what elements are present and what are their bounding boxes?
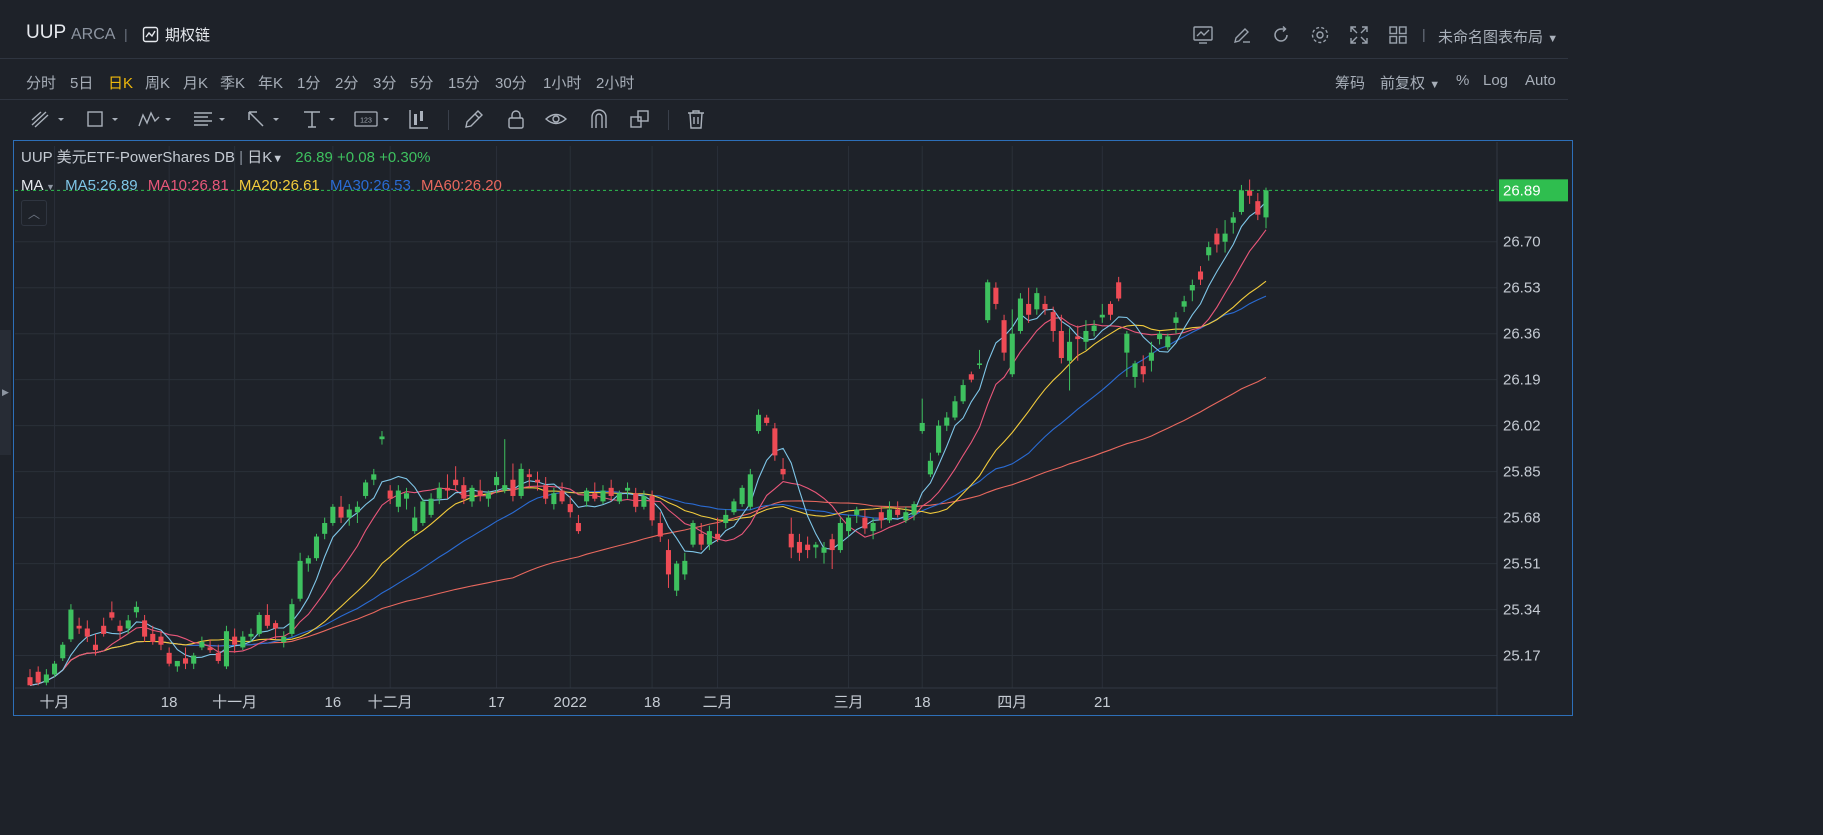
log-scale-toggle[interactable]: Log — [1483, 72, 1508, 89]
auto-scale-toggle[interactable]: Auto — [1525, 72, 1556, 89]
option-chain-button[interactable]: 期权链 — [142, 24, 210, 45]
fib-tool-icon[interactable] — [190, 108, 228, 130]
layout-name-label: 未命名图表布局 — [1438, 29, 1544, 46]
period-5d[interactable]: 5日 — [70, 72, 93, 93]
clone-icon[interactable] — [628, 108, 652, 130]
price-label-tool-icon[interactable]: 123 — [352, 108, 392, 130]
legend-period[interactable]: 日K — [247, 149, 272, 166]
period-15min[interactable]: 15分 — [448, 72, 480, 93]
percent-scale-toggle[interactable]: % — [1456, 72, 1469, 89]
option-chain-icon — [142, 26, 159, 43]
collapse-legend-button[interactable]: ︿ — [21, 200, 47, 226]
ma20-value: MA20:26.61 — [238, 177, 320, 194]
period-bar: 分时 5日 日K 周K 月K 季K 年K 1分 2分 3分 5分 15分 30分… — [0, 59, 1568, 100]
chip-distribution-button[interactable]: 筹码 — [1335, 72, 1365, 93]
symbol-title[interactable]: UUP — [26, 22, 66, 44]
draw-icon[interactable] — [1231, 24, 1253, 46]
period-intraday[interactable]: 分时 — [26, 72, 56, 93]
layout-name-dropdown[interactable]: 未命名图表布局 ▼ — [1438, 26, 1558, 47]
chevron-up-icon: ︿ — [27, 206, 40, 221]
period-weekly[interactable]: 周K — [145, 72, 170, 93]
ma30-value: MA30:26.53 — [329, 177, 411, 194]
eye-icon[interactable] — [544, 108, 568, 130]
grid-layout-icon[interactable] — [1387, 24, 1409, 46]
gear-icon[interactable] — [1309, 24, 1331, 46]
drawing-toolbar: 123 — [0, 100, 1568, 138]
divider: | — [1422, 26, 1426, 42]
pencil-icon[interactable] — [462, 108, 486, 130]
bar-measure-tool-icon[interactable] — [407, 108, 431, 130]
legend-name: 美元ETF-PowerShares DB — [56, 149, 235, 166]
svg-text:123: 123 — [360, 118, 372, 125]
ma60-value: MA60:26.20 — [421, 177, 502, 194]
legend-last-price: 26.89 — [295, 149, 333, 166]
fullscreen-icon[interactable] — [1348, 24, 1370, 46]
side-panel-handle[interactable]: ▶ — [0, 330, 11, 455]
legend-change-pct: +0.30% — [379, 149, 431, 166]
period-1h[interactable]: 1小时 — [543, 72, 581, 93]
text-tool-icon[interactable] — [300, 108, 338, 130]
period-2min[interactable]: 2分 — [335, 72, 358, 93]
option-chain-label: 期权链 — [165, 27, 211, 44]
divider: | — [124, 26, 128, 42]
legend-change: +0.08 — [337, 149, 375, 166]
caret-down-icon: ▼ — [1429, 79, 1441, 91]
ma-legend: MA ▼ MA5:26.89 MA10:26.81 MA20:26.61 MA3… — [21, 177, 502, 194]
arrow-tool-icon[interactable] — [244, 108, 282, 130]
ma-indicator-label[interactable]: MA — [21, 177, 44, 194]
price-adjust-dropdown[interactable]: 前复权 ▼ — [1380, 72, 1440, 93]
magnet-icon[interactable] — [587, 108, 611, 130]
ma5-value: MA5:26.89 — [65, 177, 138, 194]
period-5min[interactable]: 5分 — [410, 72, 433, 93]
period-yearly[interactable]: 年K — [258, 72, 283, 93]
trash-icon[interactable] — [684, 108, 708, 130]
caret-down-icon: ▼ — [43, 182, 55, 192]
chevron-right-icon: ▶ — [2, 387, 9, 397]
lock-icon[interactable] — [504, 108, 528, 130]
period-2h[interactable]: 2小时 — [596, 72, 634, 93]
toolbar-divider — [448, 110, 449, 130]
symbol-legend: UUP 美元ETF-PowerShares DB | 日K▼ 26.89 +0.… — [21, 146, 430, 167]
ma10-value: MA10:26.81 — [147, 177, 229, 194]
legend-symbol: UUP — [21, 149, 53, 166]
caret-down-icon: ▼ — [272, 153, 284, 165]
chart-frame — [13, 140, 1573, 716]
caret-down-icon: ▼ — [1547, 33, 1559, 45]
refresh-icon[interactable] — [1270, 24, 1292, 46]
period-30min[interactable]: 30分 — [495, 72, 527, 93]
divider: | — [239, 149, 244, 166]
price-adjust-label: 前复权 — [1380, 75, 1426, 92]
top-bar: UUP ARCA | 期权链 | 未命名图表布局 ▼ — [0, 0, 1568, 59]
period-monthly[interactable]: 月K — [183, 72, 208, 93]
toolbar-divider — [668, 110, 669, 130]
period-quarterly[interactable]: 季K — [220, 72, 245, 93]
indicator-icon[interactable] — [1192, 24, 1214, 46]
exchange-label: ARCA — [71, 26, 116, 43]
period-daily[interactable]: 日K — [108, 72, 133, 93]
rectangle-tool-icon[interactable] — [84, 108, 122, 130]
period-1min[interactable]: 1分 — [297, 72, 320, 93]
period-3min[interactable]: 3分 — [373, 72, 396, 93]
trend-line-tool-icon[interactable] — [28, 108, 66, 130]
pattern-tool-icon[interactable] — [136, 108, 174, 130]
